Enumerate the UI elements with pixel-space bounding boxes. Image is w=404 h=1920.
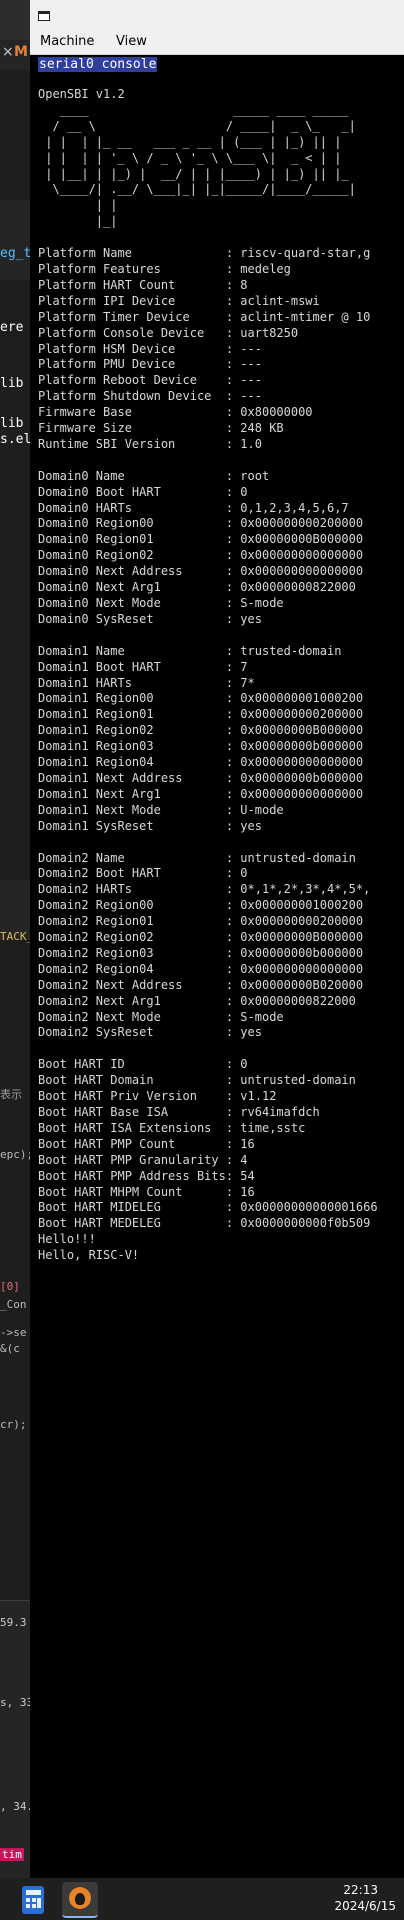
markdown-tab-icon[interactable]: M [14,44,28,60]
taskbar-clock[interactable]: 22:13 2024/6/15 [276,1882,396,1914]
terminal-fragment: , 34. [0,1800,34,1813]
menu-machine[interactable]: Machine [40,34,94,49]
code-fragment: [0] [0,1280,20,1293]
code-fragment: cr); [0,1418,27,1431]
qemu-icon[interactable] [62,1882,98,1918]
qemu-titlebar[interactable] [30,0,404,30]
close-icon[interactable]: × [2,44,14,60]
code-fragment: _Con [0,1298,27,1311]
code-fragment: ere [0,320,24,335]
terminal-fragment: s, 33 [0,1696,34,1709]
qemu-display[interactable]: serial0 console OpenSBI v1.2 ____ _____ … [30,55,404,1878]
qemu-menubar: Machine View [30,30,404,55]
serial-console-tab[interactable]: serial0 console [38,57,158,72]
menu-view[interactable]: View [116,34,147,49]
qemu-window: Machine View serial0 console OpenSBI v1.… [30,0,404,1878]
taskbar: 22:13 2024/6/15 [0,1878,404,1920]
clock-date: 2024/6/15 [334,1899,396,1913]
clock-time: 22:13 [343,1883,378,1897]
status-bar-item[interactable]: tim [0,1848,24,1861]
serial-console-output: OpenSBI v1.2 ____ _____ ____ _____ / __ … [38,87,378,1263]
code-fragment: lib [0,416,24,431]
code-fragment: &(c [0,1342,20,1355]
code-fragment: 表示 [0,1088,22,1101]
code-fragment: lib [0,376,24,391]
code-fragment: epc); [0,1148,34,1161]
code-fragment: ->se [0,1326,27,1339]
code-fragment: eg_t [0,246,32,261]
window-icon[interactable] [38,11,50,21]
calculator-icon[interactable] [22,1886,44,1914]
code-fragment: TACK_ [0,930,34,943]
terminal-fragment: 59.3 [0,1616,27,1629]
code-fragment: s.el [0,432,32,447]
